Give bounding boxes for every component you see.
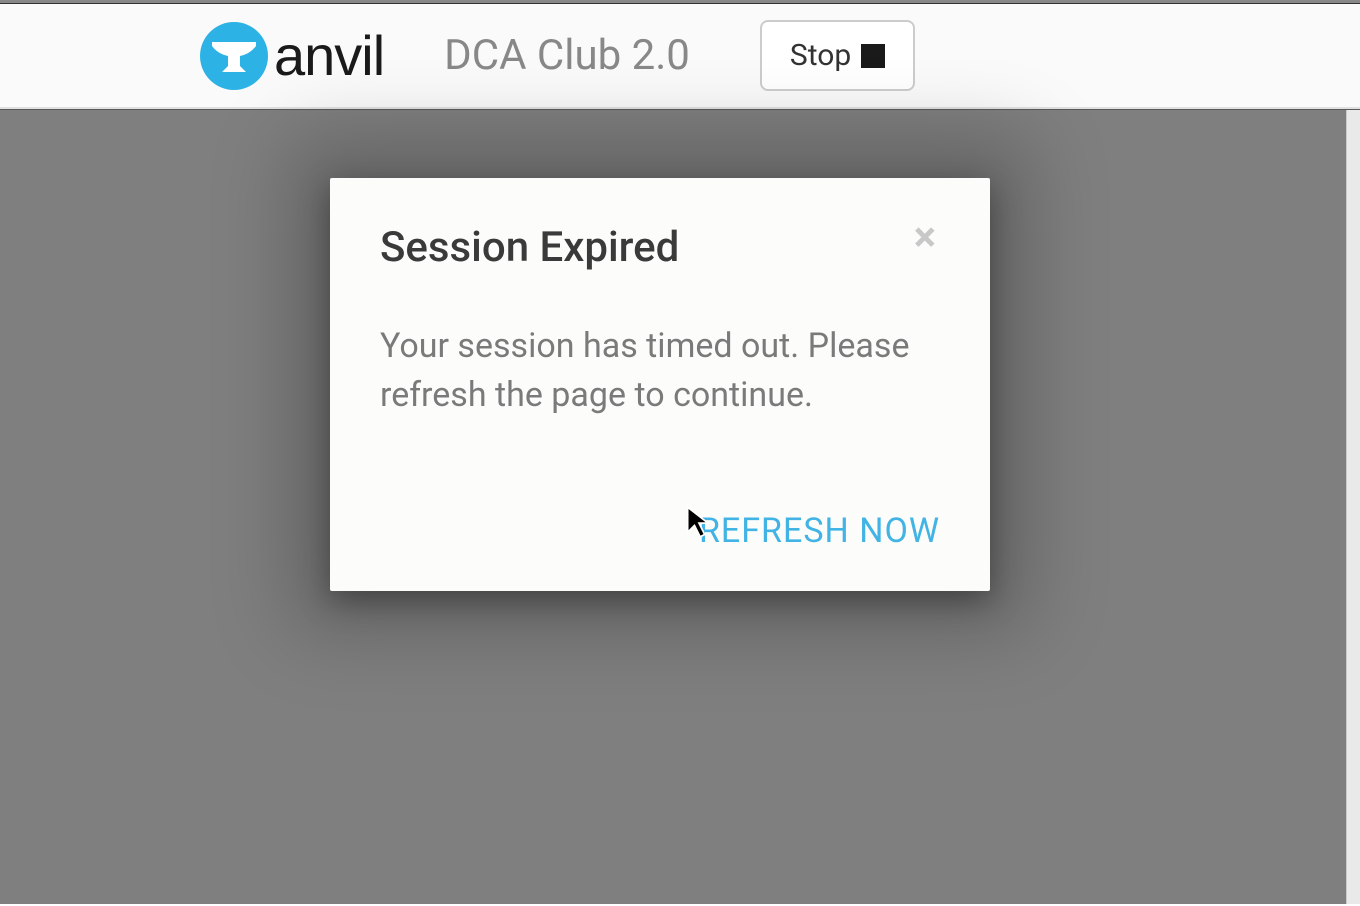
anvil-logo[interactable]: anvil bbox=[200, 22, 384, 90]
header-bar: anvil DCA Club 2.0 Stop bbox=[0, 4, 1360, 109]
modal-title: Session Expired bbox=[380, 223, 679, 272]
stop-button-label: Stop bbox=[790, 38, 851, 73]
anvil-wordmark: anvil bbox=[274, 23, 384, 88]
scrollbar-track[interactable] bbox=[1346, 110, 1360, 904]
close-icon[interactable]: × bbox=[910, 223, 940, 252]
session-expired-modal: Session Expired × Your session has timed… bbox=[330, 178, 990, 591]
modal-body-text: Your session has timed out. Please refre… bbox=[380, 322, 940, 421]
app-content-backdrop: Session Expired × Your session has timed… bbox=[0, 109, 1360, 904]
anvil-logo-icon bbox=[200, 22, 268, 90]
stop-icon bbox=[861, 44, 885, 68]
app-title: DCA Club 2.0 bbox=[444, 31, 690, 80]
refresh-now-button[interactable]: REFRESH NOW bbox=[699, 511, 940, 551]
stop-button[interactable]: Stop bbox=[760, 20, 915, 91]
